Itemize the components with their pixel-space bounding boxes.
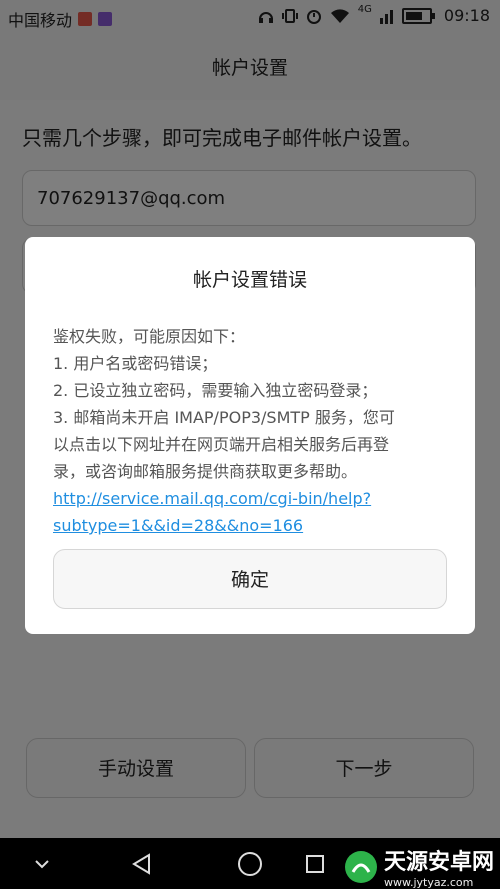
dialog-message: 鉴权失败，可能原因如下： 1. 用户名或密码错误； 2. 已设立独立密码，需要输… (53, 323, 453, 539)
message-line: 3. 邮箱尚未开启 IMAP/POP3/SMTP 服务，您可 (53, 408, 395, 427)
message-line: 1. 用户名或密码错误； (53, 354, 218, 373)
watermark-name: 天源安卓网 (383, 850, 494, 875)
help-link[interactable]: http://service.mail.qq.com/cgi-bin/help? (53, 485, 453, 512)
message-line: 鉴权失败，可能原因如下： (53, 327, 246, 346)
home-icon[interactable] (228, 838, 272, 889)
recents-icon[interactable] (300, 838, 330, 889)
watermark-logo-icon (344, 850, 377, 883)
message-line: 2. 已设立独立密码，需要输入独立密码登录； (53, 381, 378, 400)
collapse-icon[interactable] (20, 838, 64, 889)
email-setup-screen: 中国移动 4G 09:18 帐户设置 只需几个步骤，即可完成电子邮件帐户设置。 … (0, 0, 500, 889)
ok-button[interactable]: 确定 (53, 549, 447, 609)
message-line: 录，或咨询邮箱服务提供商获取更多帮助。 (53, 462, 358, 481)
error-dialog: 帐户设置错误 鉴权失败，可能原因如下： 1. 用户名或密码错误； 2. 已设立独… (25, 237, 475, 634)
watermark-logo: 天源安卓网 www.jytyaz.com (344, 844, 494, 889)
watermark-url: www.jytyaz.com (383, 876, 474, 889)
message-line: 以点击以下网址并在网页端开启相关服务后再登 (53, 435, 390, 454)
navigation-bar: 天源安卓网 www.jytyaz.com (0, 838, 500, 889)
help-link-continued[interactable]: subtype=1&&id=28&&no=166 (53, 512, 453, 539)
back-icon[interactable] (120, 838, 164, 889)
dialog-title: 帐户设置错误 (192, 269, 307, 291)
